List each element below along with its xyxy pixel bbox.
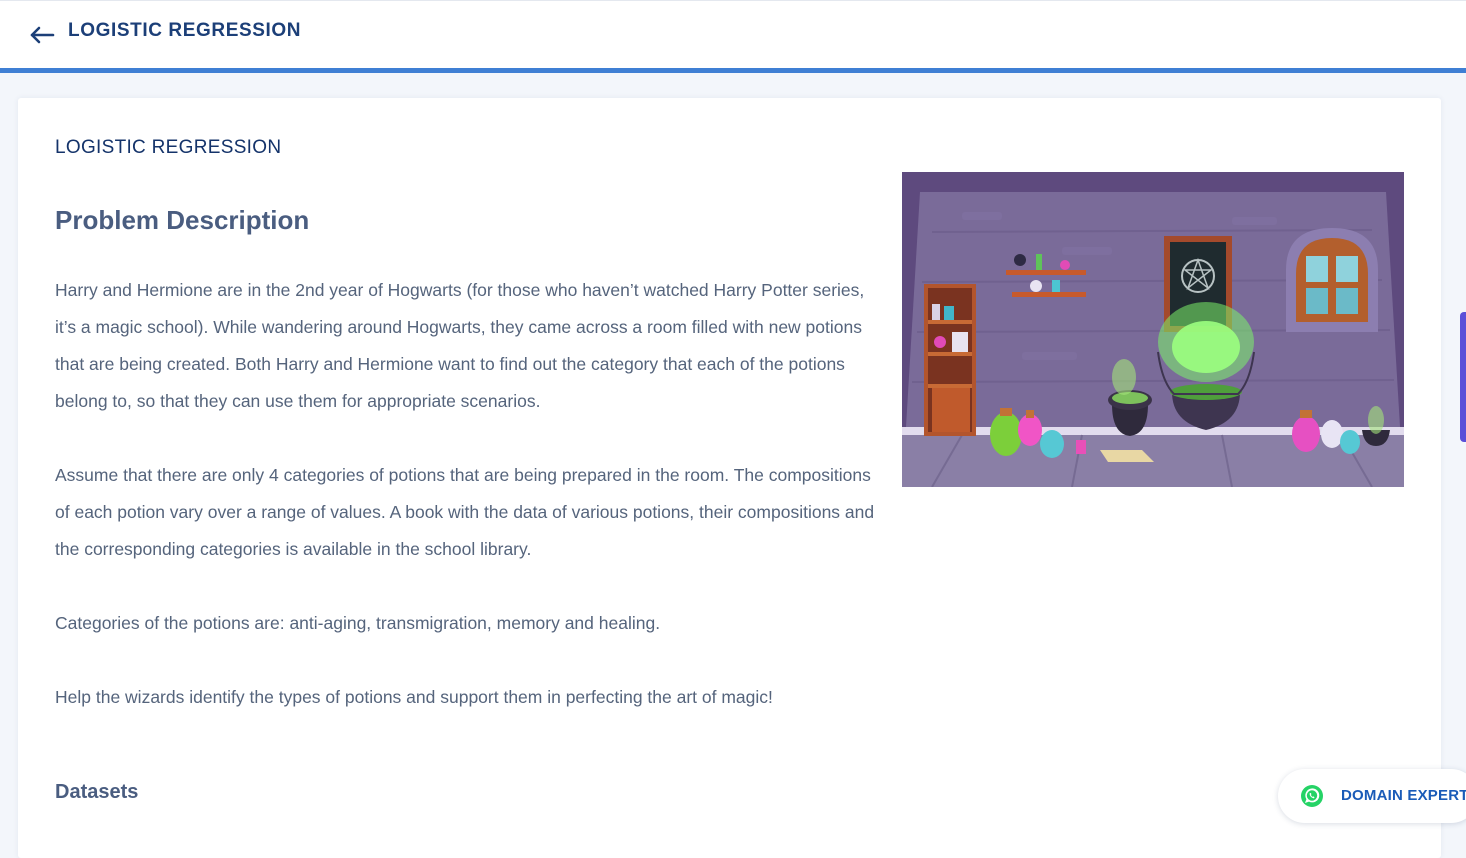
back-button[interactable] — [28, 23, 58, 47]
datasets-heading: Datasets — [55, 781, 139, 803]
problem-description: Harry and Hermione are in the 2nd year o… — [55, 272, 875, 753]
domain-expert-button[interactable]: DOMAIN EXPERT — [1278, 769, 1466, 823]
header-accent-line — [0, 68, 1466, 73]
content-card: LOGISTIC REGRESSION Problem Description … — [18, 98, 1441, 858]
description-paragraph: Categories of the potions are: anti-agin… — [55, 613, 661, 633]
description-paragraph: Help the wizards identify the types of p… — [55, 687, 773, 707]
problem-description-heading: Problem Description — [55, 205, 310, 235]
top-bar: LOGISTIC REGRESSION — [0, 0, 1466, 68]
page-title: LOGISTIC REGRESSION — [68, 20, 302, 41]
description-paragraph: Harry and Hermione are in the 2nd year o… — [55, 280, 865, 411]
arrow-left-icon — [30, 26, 55, 44]
description-paragraph: Assume that there are only 4 categories … — [55, 465, 875, 559]
side-feedback-tab[interactable] — [1460, 312, 1466, 442]
domain-expert-label: DOMAIN EXPERT — [1341, 787, 1466, 804]
section-title: LOGISTIC REGRESSION — [55, 137, 282, 158]
potion-room-illustration — [902, 172, 1404, 487]
whatsapp-icon — [1301, 785, 1323, 807]
